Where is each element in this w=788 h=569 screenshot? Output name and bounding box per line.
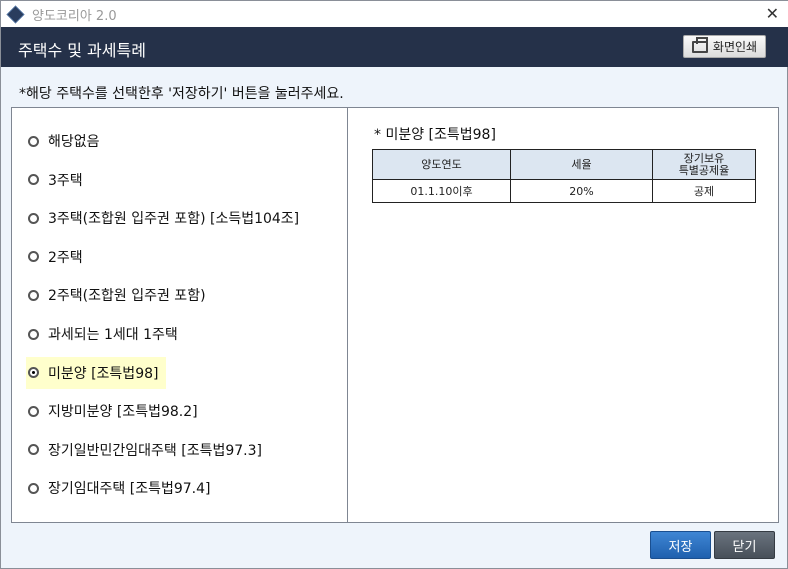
option-list: 해당없음 3주택 3주택(조합원 입주권 포함) [소득법104조] 2주택 2주택(조…	[12, 108, 348, 522]
radio-checked-icon[interactable]	[28, 367, 39, 379]
close-icon[interactable]: ✕	[766, 4, 779, 23]
close-button[interactable]: 닫기	[714, 531, 775, 559]
radio-option[interactable]: 2주택(조합원 입주권 포함)	[26, 279, 214, 311]
print-screen-button[interactable]: 화면인쇄	[683, 35, 766, 58]
window-title: 양도코리아 2.0	[32, 8, 117, 24]
table-cell: 01.1.10이후	[372, 179, 511, 203]
radio-option[interactable]: 해당없음	[26, 125, 108, 157]
option-label: 3주택	[48, 172, 83, 189]
tax-rate-table: 양도연도 세율 장기보유 특별공제율 01.1.10이후 20% 공제	[372, 149, 756, 203]
radio-unchecked-icon[interactable]	[28, 482, 39, 494]
app-logo-icon	[6, 4, 25, 24]
instruction-text: *해당 주택수를 선택한후 '저장하기' 버튼을 눌러주세요.	[19, 86, 344, 102]
detail-title: * 미분양 [조특법98]	[374, 127, 496, 143]
option-label: 장기일반민간임대주택 [조특법97.3]	[48, 442, 262, 459]
column-header: 장기보유 특별공제율	[652, 149, 756, 180]
radio-unchecked-icon[interactable]	[28, 251, 39, 263]
save-button[interactable]: 저장	[650, 531, 711, 559]
printer-icon	[691, 36, 708, 53]
column-header: 세율	[510, 149, 653, 180]
table-cell: 공제	[652, 179, 756, 203]
option-label: 2주택(조합원 입주권 포함)	[48, 288, 206, 305]
option-label: 2주택	[48, 249, 83, 266]
radio-option[interactable]: 장기임대주택 [조특법97.4]	[26, 472, 218, 504]
title-bar: 양도코리아 2.0 ✕	[1, 1, 788, 27]
column-header: 양도연도	[372, 149, 511, 180]
radio-option[interactable]: 2주택	[26, 241, 91, 273]
content-panel: 해당없음 3주택 3주택(조합원 입주권 포함) [소득법104조] 2주택 2주택(조…	[11, 107, 779, 523]
radio-option[interactable]: 지방미분양 [조특법98.2]	[26, 395, 206, 427]
radio-unchecked-icon[interactable]	[28, 444, 39, 456]
page-title: 주택수 및 과세특례	[18, 41, 146, 60]
option-label: 과세되는 1세대 1주택	[48, 327, 178, 343]
option-label: 미분양 [조특법98]	[48, 365, 159, 382]
radio-option[interactable]: 3주택(조합원 입주권 포함) [소득법104조]	[26, 202, 307, 234]
table-header-row: 양도연도 세율 장기보유 특별공제율	[372, 149, 756, 180]
option-label: 지방미분양 [조특법98.2]	[48, 404, 198, 421]
radio-option[interactable]: 3주택	[26, 164, 91, 196]
radio-unchecked-icon[interactable]	[28, 174, 39, 186]
radio-unchecked-icon[interactable]	[28, 328, 39, 340]
radio-option[interactable]: 미분양 [조특법98]	[26, 356, 167, 389]
radio-unchecked-icon[interactable]	[28, 212, 39, 224]
header: 주택수 및 과세특례 화면인쇄	[1, 27, 788, 67]
radio-option[interactable]: 과세되는 1세대 1주택	[26, 318, 186, 350]
option-label: 해당없음	[48, 134, 100, 150]
radio-unchecked-icon[interactable]	[28, 135, 39, 147]
radio-option[interactable]: 장기일반민간임대주택 [조특법97.3]	[26, 434, 270, 466]
radio-unchecked-icon[interactable]	[28, 405, 39, 417]
print-label: 화면인쇄	[712, 40, 758, 54]
option-label: 3주택(조합원 입주권 포함) [소득법104조]	[48, 211, 300, 228]
table-cell: 20%	[510, 179, 653, 203]
table-row: 01.1.10이후 20% 공제	[372, 179, 756, 203]
radio-unchecked-icon[interactable]	[28, 289, 39, 301]
option-label: 장기임대주택 [조특법97.4]	[48, 481, 211, 498]
